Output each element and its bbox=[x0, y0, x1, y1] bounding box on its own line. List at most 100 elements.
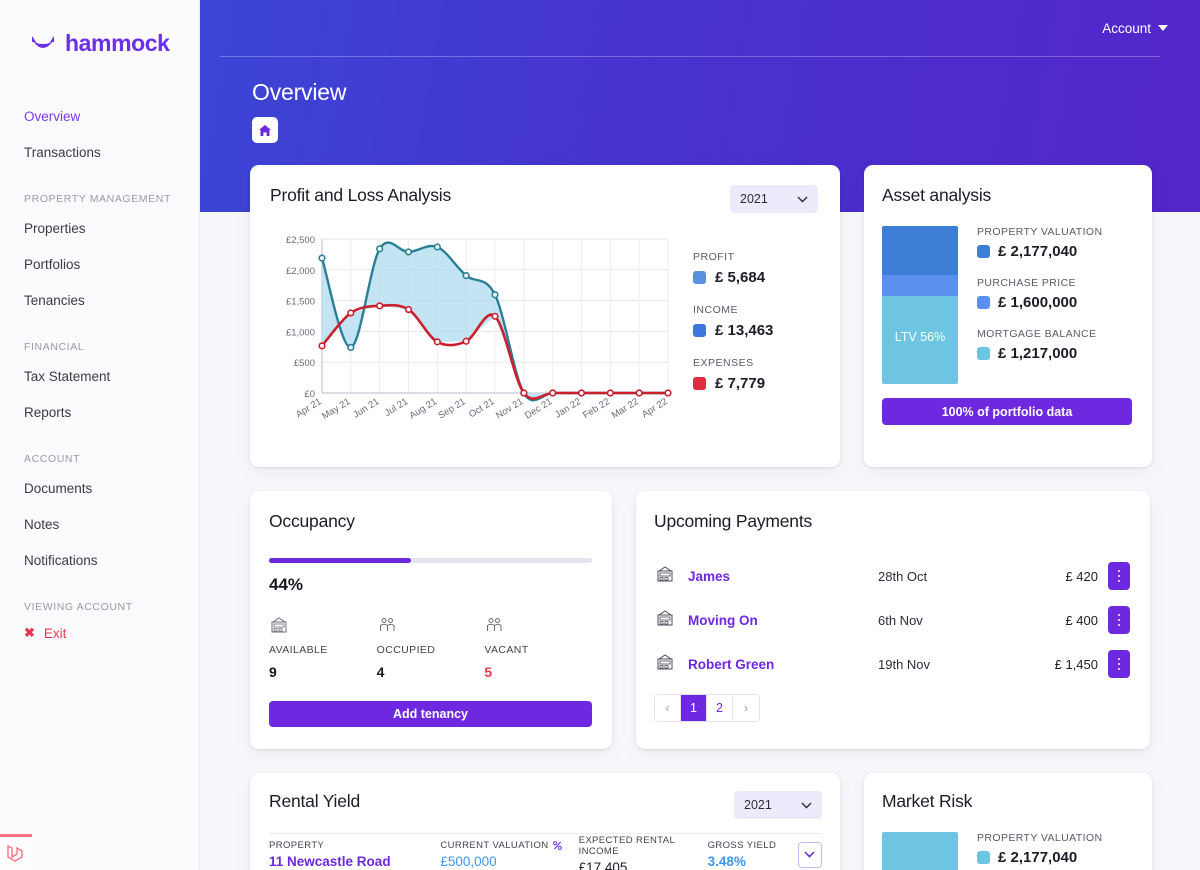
brand-logo[interactable]: hammock bbox=[0, 0, 199, 57]
sidebar-item-transactions[interactable]: Transactions bbox=[0, 135, 199, 171]
asset-ltv-label: LTV 56% bbox=[894, 329, 946, 344]
occupancy-stat-value-occupied: 4 bbox=[376, 664, 385, 680]
pagination-next-button[interactable]: › bbox=[733, 695, 759, 721]
profit-loss-header: Profit and Loss Analysis 2021 bbox=[270, 185, 818, 213]
upcoming-payments-list: James 28th Oct £ 420 Moving On 6th Nov £… bbox=[654, 554, 1130, 686]
occupancy-stat-value-vacant: 5 bbox=[484, 664, 493, 680]
svg-text:Mar 22: Mar 22 bbox=[610, 396, 641, 421]
occupancy-stats: AVAILABLE 9 OCCUPIED 4 VACANT 5 bbox=[269, 615, 592, 680]
svg-text:Aug 21: Aug 21 bbox=[408, 396, 439, 421]
payment-tenant-name[interactable]: Robert Green bbox=[688, 657, 878, 672]
pagination-prev-button[interactable]: ‹ bbox=[655, 695, 681, 721]
chevron-down-icon bbox=[804, 851, 815, 858]
debug-bar[interactable] bbox=[0, 834, 32, 870]
rental-yield-cell-valuation: CURRENT VALUATION £500,000 bbox=[440, 840, 578, 869]
payment-row: Moving On 6th Nov £ 400 bbox=[654, 598, 1130, 642]
payment-row-menu-button[interactable] bbox=[1108, 650, 1130, 678]
sidebar-item-portfolios[interactable]: Portfolios bbox=[0, 247, 199, 283]
asset-analysis-metrics: PROPERTY VALUATION £ 2,177,040 PURCHASE … bbox=[958, 226, 1102, 384]
sidebar-group-property-management: PROPERTY MANAGEMENT bbox=[24, 193, 171, 205]
sidebar-item-tenancies[interactable]: Tenancies bbox=[0, 283, 199, 319]
asset-metric-label-purchase: PURCHASE PRICE bbox=[977, 277, 1076, 289]
payment-row-menu-button[interactable] bbox=[1108, 562, 1130, 590]
payment-date: 6th Nov bbox=[878, 612, 923, 628]
profit-loss-title: Profit and Loss Analysis bbox=[270, 185, 451, 205]
legend-swatch-income bbox=[693, 324, 706, 337]
home-icon bbox=[259, 124, 271, 136]
payment-row-menu-button[interactable] bbox=[1108, 606, 1130, 634]
breadcrumb-home-button[interactable] bbox=[252, 117, 278, 143]
close-icon: ✖ bbox=[24, 625, 35, 640]
occupancy-stat-vacant: VACANT 5 bbox=[484, 615, 592, 680]
account-menu-button[interactable]: Account bbox=[1102, 21, 1168, 36]
chevron-down-icon bbox=[801, 802, 812, 809]
sidebar-item-tax-statement[interactable]: Tax Statement bbox=[0, 359, 199, 395]
market-risk-stacked-bar bbox=[882, 832, 958, 870]
upcoming-payments-title: Upcoming Payments bbox=[654, 511, 813, 531]
sidebar-item-notes[interactable]: Notes bbox=[0, 507, 199, 543]
occupancy-title: Occupancy bbox=[269, 511, 355, 531]
portfolio-data-button[interactable]: 100% of portfolio data bbox=[882, 398, 1132, 425]
svg-text:May 21: May 21 bbox=[320, 396, 352, 422]
asset-metric-row-mortgage: £ 1,217,000 bbox=[977, 345, 1102, 362]
sidebar-item-exit-label: Exit bbox=[43, 625, 67, 641]
market-risk-metric-label-valuation: PROPERTY VALUATION bbox=[977, 832, 1103, 844]
rental-yield-table: PROPERTY 11 Newcastle Road CURRENT VALUA… bbox=[269, 833, 822, 870]
legend-value-income: £ 13,463 bbox=[715, 322, 774, 339]
percent-icon bbox=[552, 841, 562, 850]
rental-yield-value-property[interactable]: 11 Newcastle Road bbox=[269, 854, 440, 869]
chevron-down-icon bbox=[1158, 25, 1168, 31]
payment-tenant-name[interactable]: James bbox=[688, 569, 878, 584]
rental-yield-header-valuation: CURRENT VALUATION bbox=[440, 840, 578, 851]
occupancy-progress-bar bbox=[269, 558, 592, 563]
asset-metric-value-valuation: £ 2,177,040 bbox=[998, 243, 1078, 260]
dashboard-row-2: Occupancy 44% AVAILABLE 9 OCCUPIED 4 VAC… bbox=[250, 491, 1152, 749]
svg-text:£1,500: £1,500 bbox=[286, 297, 315, 308]
profit-loss-chart-svg: £0£500£1,000£1,500£2,000£2,500Apr 21May … bbox=[286, 235, 672, 422]
sidebar-item-notifications[interactable]: Notifications bbox=[0, 543, 199, 579]
payment-tenant-name[interactable]: Moving On bbox=[688, 613, 878, 628]
asset-swatch-mortgage bbox=[977, 347, 990, 360]
asset-analysis-body: LTV 56% PROPERTY VALUATION £ 2,177,040 P… bbox=[882, 226, 1132, 384]
page-header: Overview bbox=[200, 57, 1200, 143]
asset-metric-row-valuation: £ 2,177,040 bbox=[977, 243, 1102, 260]
sidebar-item-properties[interactable]: Properties bbox=[0, 211, 199, 247]
rental-yield-value-gross-yield: 3.48% bbox=[707, 854, 746, 869]
profit-loss-body: £0 £500 £1,000 £1,500 £2,000 £2,500 Apr 21 May … bbox=[270, 227, 818, 442]
pagination-page-1[interactable]: 1 bbox=[681, 695, 707, 721]
market-risk-metrics: PROPERTY VALUATION £ 2,177,040 PURCHASE … bbox=[958, 832, 1102, 870]
legend-value-profit: £ 5,684 bbox=[715, 269, 766, 286]
building-icon bbox=[654, 608, 688, 633]
rental-yield-expand-button[interactable] bbox=[797, 841, 822, 868]
top-bar: Account bbox=[200, 0, 1200, 56]
payment-row: Robert Green 19th Nov £ 1,450 bbox=[654, 642, 1130, 686]
sidebar-item-documents[interactable]: Documents bbox=[0, 471, 199, 507]
building-icon bbox=[654, 652, 688, 677]
svg-text:£1,000: £1,000 bbox=[286, 327, 315, 338]
legend-row-expenses: £ 7,779 bbox=[693, 375, 773, 392]
rental-yield-card: Rental Yield 2021 PROPERTY 11 Newcastle … bbox=[250, 773, 840, 870]
asset-analysis-title: Asset analysis bbox=[882, 185, 992, 205]
asset-metric-value-purchase: £ 1,600,000 bbox=[998, 294, 1078, 311]
legend-swatch-expenses bbox=[693, 377, 706, 390]
market-risk-card: Market Risk PROPERTY VALUATION £ 2,177,0… bbox=[864, 773, 1152, 870]
rental-yield-year-select[interactable]: 2021 bbox=[734, 791, 822, 819]
sidebar-item-overview[interactable]: Overview bbox=[0, 99, 199, 135]
asset-stacked-bar: LTV 56% bbox=[882, 226, 958, 384]
legend-row-income: £ 13,463 bbox=[693, 322, 773, 339]
people-icon bbox=[484, 615, 592, 637]
sidebar-group-account: ACCOUNT bbox=[24, 453, 81, 465]
svg-text:Oct 21: Oct 21 bbox=[467, 396, 497, 420]
rental-yield-header-property: PROPERTY bbox=[269, 840, 325, 851]
add-tenancy-button[interactable]: Add tenancy bbox=[269, 701, 592, 727]
rental-yield-header-gross-yield: GROSS YIELD bbox=[707, 840, 777, 851]
sidebar-item-reports[interactable]: Reports bbox=[0, 395, 199, 431]
pagination-page-2[interactable]: 2 bbox=[707, 695, 733, 721]
profit-loss-year-select[interactable]: 2021 bbox=[730, 185, 818, 213]
building-icon bbox=[654, 564, 688, 589]
building-icon bbox=[269, 615, 377, 637]
asset-segment-mortgage: LTV 56% bbox=[882, 295, 958, 384]
payment-date: 28th Oct bbox=[878, 568, 928, 584]
sidebar-group-financial: FINANCIAL bbox=[24, 341, 85, 353]
sidebar-item-exit[interactable]: ✖ Exit bbox=[0, 619, 199, 647]
